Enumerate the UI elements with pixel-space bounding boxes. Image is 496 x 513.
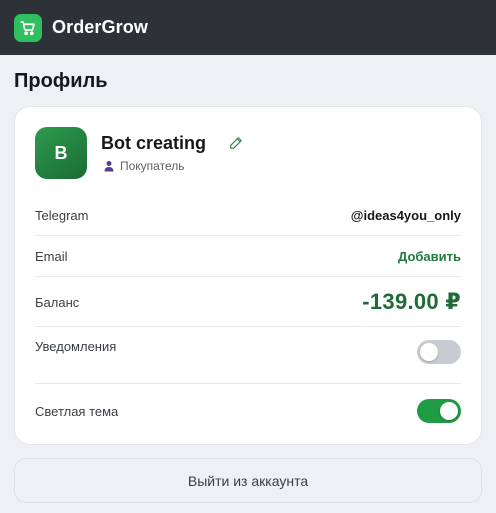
top-bar: OrderGrow <box>0 0 496 55</box>
email-row: Email Добавить <box>35 244 461 268</box>
user-name: Bot creating <box>101 133 207 153</box>
telegram-value: @ideas4you_only <box>350 207 461 223</box>
page-title: Профиль <box>14 70 108 92</box>
role-label: Покупатель <box>120 159 185 173</box>
balance-row: Баланс -139.00 ₽ <box>35 286 461 318</box>
user-role: Покупатель <box>103 159 184 173</box>
light-theme-toggle[interactable] <box>417 399 461 423</box>
telegram-label: Telegram <box>35 207 89 223</box>
notifications-row: Уведомления <box>35 339 461 367</box>
add-email-button[interactable]: Добавить <box>398 249 461 264</box>
profile-card: B Bot creating Покупатель Telegram @idea… <box>14 106 482 445</box>
person-icon <box>104 161 114 172</box>
divider <box>35 383 461 384</box>
divider <box>35 276 461 277</box>
theme-row: Светлая тема <box>35 397 461 425</box>
pencil-icon[interactable] <box>229 136 245 152</box>
balance-value: -139.00 ₽ <box>362 289 461 314</box>
telegram-row: Telegram @ideas4you_only <box>35 203 461 227</box>
theme-label: Светлая тема <box>35 403 119 419</box>
notifications-toggle[interactable] <box>417 340 461 364</box>
toggle-knob <box>420 343 438 361</box>
email-label: Email <box>35 248 68 264</box>
logout-button[interactable]: Выйти из аккаунта <box>14 458 482 503</box>
avatar: B <box>35 127 87 179</box>
brand-name[interactable]: OrderGrow <box>52 17 148 38</box>
toggle-knob <box>440 402 458 420</box>
divider <box>35 326 461 327</box>
cart-icon[interactable] <box>14 13 42 42</box>
notifications-label: Уведомления <box>35 339 117 354</box>
divider <box>35 235 461 236</box>
balance-label: Баланс <box>35 294 80 310</box>
